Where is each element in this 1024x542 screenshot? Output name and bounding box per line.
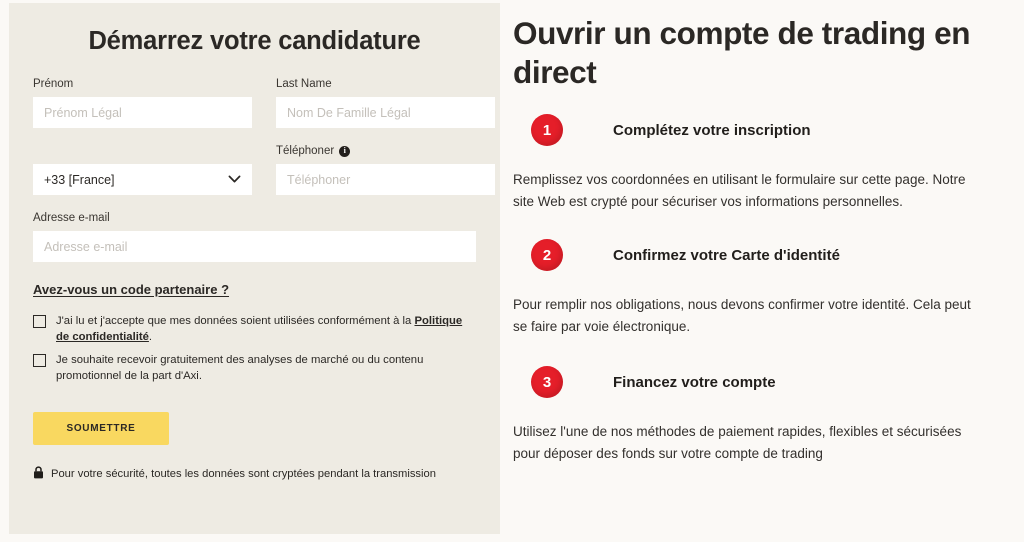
step-1-badge: 1 (531, 114, 563, 146)
phone-group: Téléphoner i (276, 144, 495, 195)
right-column: Ouvrir un compte de trading en direct 1 … (500, 0, 1024, 542)
application-form-card: Démarrez votre candidature Prénom Last N… (9, 3, 500, 534)
form-fields: Prénom Last Name +33 [France] (9, 77, 500, 482)
phone-label: Téléphoner (276, 145, 335, 157)
email-label: Adresse e-mail (33, 212, 110, 224)
privacy-consent-text-after: . (148, 331, 153, 343)
step-3: 3 Financez votre compte Utilisez l'une d… (513, 366, 984, 465)
name-row: Prénom Last Name (33, 77, 495, 128)
country-code-select[interactable]: +33 [France] (33, 164, 252, 195)
privacy-consent-text: J'ai lu et j'accepte que mes données soi… (56, 313, 476, 345)
step-1-title: Complétez votre inscription (613, 121, 811, 139)
page-root: Démarrez votre candidature Prénom Last N… (0, 0, 1024, 542)
step-2-badge: 2 (531, 239, 563, 271)
step-2-body: Pour remplir nos obligations, nous devon… (513, 297, 971, 334)
step-3-body: Utilisez l'une de nos méthodes de paieme… (513, 424, 962, 461)
submit-button[interactable]: SOUMETTRE (33, 412, 169, 445)
last-name-label: Last Name (276, 78, 332, 90)
marketing-consent-row: Je souhaite recevoir gratuitement des an… (33, 352, 476, 384)
country-code-select-wrap[interactable]: +33 [France] (33, 164, 252, 195)
privacy-consent-checkbox[interactable] (33, 315, 46, 328)
privacy-consent-row: J'ai lu et j'accepte que mes données soi… (33, 313, 476, 345)
info-heading: Ouvrir un compte de trading en direct (513, 15, 971, 90)
last-name-input[interactable] (276, 97, 495, 128)
privacy-consent-text-before: J'ai lu et j'accepte que mes données soi… (56, 315, 415, 327)
country-code-group: +33 [France] (33, 144, 252, 195)
step-2-head: 2 Confirmez votre Carte d'identité (513, 239, 984, 271)
marketing-consent-checkbox[interactable] (33, 354, 46, 367)
step-3-head: 3 Financez votre compte (513, 366, 984, 398)
page-title: Démarrez votre candidature (88, 27, 421, 55)
security-note-text: Pour votre sécurité, toutes les données … (51, 468, 436, 480)
lock-icon (33, 466, 44, 482)
phone-input[interactable] (276, 164, 495, 195)
phone-label-wrap: Téléphoner i (276, 144, 495, 158)
last-name-group: Last Name (276, 77, 495, 128)
first-name-group: Prénom (33, 77, 252, 128)
email-group: Adresse e-mail (33, 211, 476, 262)
first-name-label: Prénom (33, 78, 74, 90)
partner-code-link[interactable]: Avez-vous un code partenaire ? (33, 282, 229, 297)
email-row: Adresse e-mail (33, 211, 476, 262)
step-2: 2 Confirmez votre Carte d'identité Pour … (513, 239, 984, 338)
phone-row: +33 [France] Téléphoner i (33, 144, 495, 195)
email-input[interactable] (33, 231, 476, 262)
step-1-body: Remplissez vos coordonnées en utilisant … (513, 172, 966, 209)
consent-checkboxes: J'ai lu et j'accepte que mes données soi… (33, 313, 476, 384)
first-name-input[interactable] (33, 97, 252, 128)
step-3-title: Financez votre compte (613, 373, 776, 391)
security-note: Pour votre sécurité, toutes les données … (33, 466, 476, 482)
step-1: 1 Complétez votre inscription Remplissez… (513, 114, 984, 213)
marketing-consent-text: Je souhaite recevoir gratuitement des an… (56, 354, 424, 382)
info-icon[interactable]: i (339, 145, 351, 157)
step-2-title: Confirmez votre Carte d'identité (613, 246, 840, 264)
left-column: Démarrez votre candidature Prénom Last N… (0, 0, 500, 542)
step-1-head: 1 Complétez votre inscription (513, 114, 984, 146)
step-3-badge: 3 (531, 366, 563, 398)
